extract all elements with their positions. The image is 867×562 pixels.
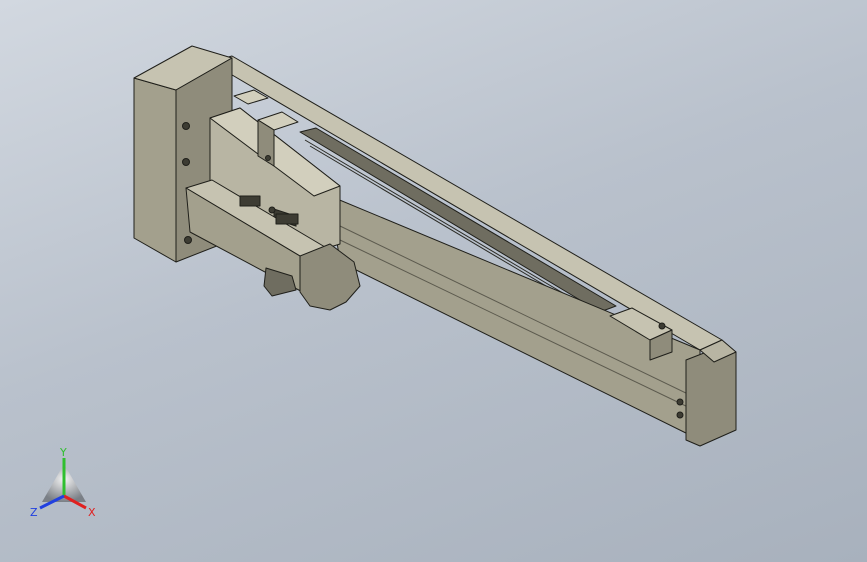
housing-screw-hole [184, 236, 192, 244]
motor-housing-front [133, 77, 177, 263]
cad-viewport[interactable]: Y X Z [0, 0, 867, 562]
gripper-slot [275, 213, 299, 225]
linear-actuator-model[interactable] [0, 0, 867, 562]
rail-end-plate [685, 345, 737, 447]
axis-triad[interactable]: Y X Z [22, 446, 106, 526]
end-screw-hole [676, 411, 684, 419]
end-screw-hole [676, 398, 684, 406]
x-axis-label: X [88, 506, 96, 519]
z-axis-label: Z [30, 506, 38, 519]
housing-screw-hole [182, 122, 190, 130]
y-axis-label: Y [59, 446, 67, 459]
housing-screw-hole [182, 158, 190, 166]
gripper-slot [239, 195, 261, 207]
